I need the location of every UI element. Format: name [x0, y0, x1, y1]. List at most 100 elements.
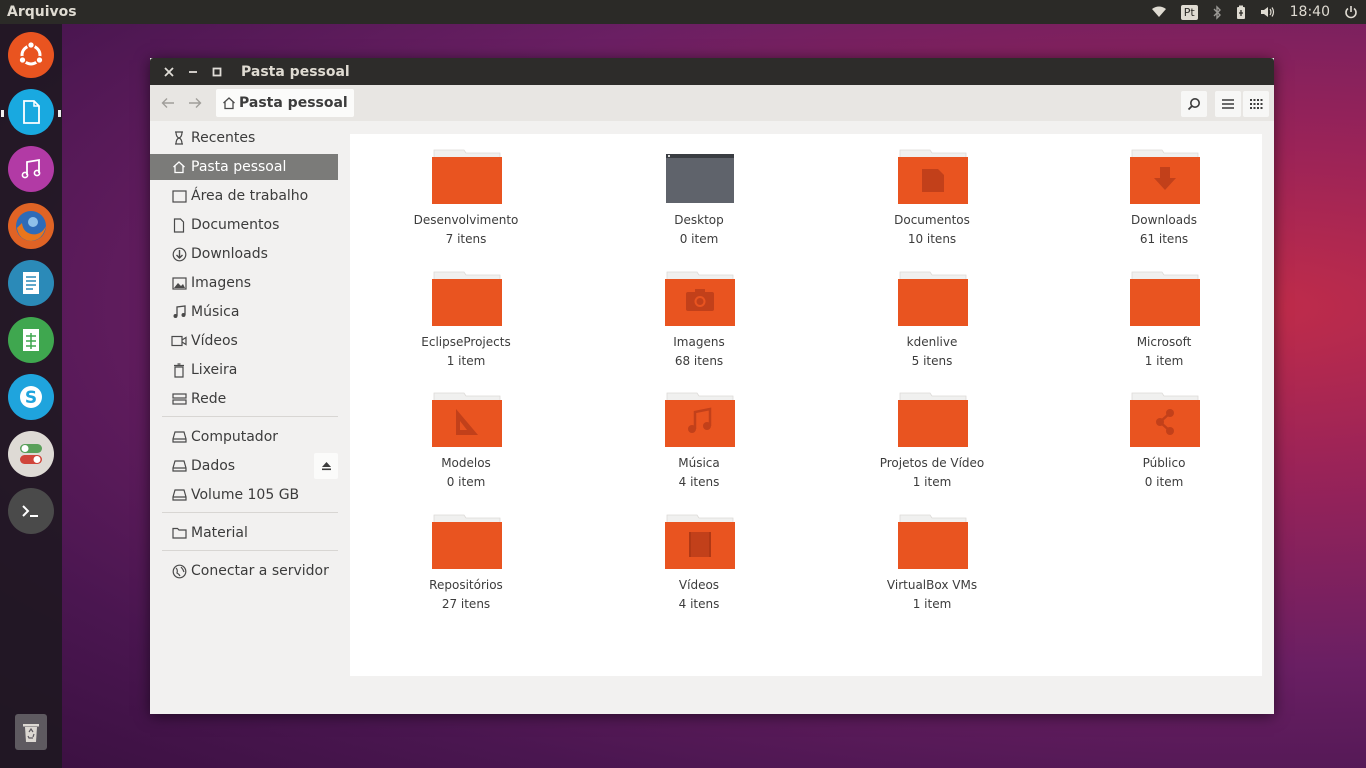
battery-icon[interactable]: [1236, 0, 1246, 24]
sidebar-item-label: Recentes: [191, 130, 256, 146]
folder-item[interactable]: kdenlive 5 itens: [816, 256, 1048, 368]
folder-icon: [898, 271, 968, 326]
file-item-count: 10 itens: [907, 232, 957, 246]
clock[interactable]: 18:40: [1290, 0, 1330, 24]
folder-icon: [169, 527, 189, 539]
sidebar-item-pasta-pessoal[interactable]: Pasta pessoal: [150, 154, 338, 180]
file-item-count: 27 itens: [441, 597, 491, 611]
folder-icon: [432, 514, 502, 569]
keyboard-layout-indicator[interactable]: Pt: [1180, 0, 1198, 24]
list-view-button[interactable]: [1215, 91, 1241, 117]
maximize-icon[interactable]: [205, 58, 229, 85]
sidebar-item-videos[interactable]: Vídeos: [150, 328, 338, 354]
terminal-icon[interactable]: [8, 488, 54, 534]
file-name: kdenlive: [906, 335, 958, 349]
calc-icon[interactable]: [8, 317, 54, 363]
eject-icon: [321, 462, 331, 471]
file-name: Música: [678, 456, 720, 470]
sidebar-item-downloads[interactable]: Downloads: [150, 241, 338, 267]
file-name: EclipseProjects: [421, 335, 511, 349]
sidebar-item-rede[interactable]: Rede: [150, 386, 338, 412]
sidebar-item-volume[interactable]: Volume 105 GB: [150, 482, 338, 508]
sidebar-item-dados[interactable]: Dados: [150, 453, 338, 479]
grid-view-button[interactable]: [1243, 91, 1269, 117]
sidebar-item-label: Rede: [191, 391, 227, 407]
folder-item[interactable]: Imagens 68 itens: [583, 256, 815, 368]
folder-item[interactable]: Vídeos 4 itens: [583, 499, 815, 611]
file-item-count: 7 itens: [445, 232, 487, 246]
sidebar-item-imagens[interactable]: Imagens: [150, 270, 338, 296]
sidebar: Recentes Pasta pessoal Área de trabalho …: [150, 121, 342, 714]
sidebar-item-label: Imagens: [191, 275, 252, 291]
folder-item[interactable]: Microsoft 1 item: [1048, 256, 1280, 368]
close-icon[interactable]: [157, 58, 181, 85]
grid-icon: [1250, 99, 1263, 109]
ubuntu-dash-icon[interactable]: [8, 32, 54, 78]
window-title: Pasta pessoal: [241, 63, 350, 80]
eject-button[interactable]: [314, 453, 338, 479]
bluetooth-icon[interactable]: [1212, 0, 1222, 24]
firefox-icon[interactable]: [8, 203, 54, 249]
videos-folder-icon: [665, 514, 735, 569]
drive-icon: [169, 460, 189, 472]
file-item-count: 61 itens: [1139, 232, 1189, 246]
file-item-count: 5 itens: [911, 354, 953, 368]
file-name: Modelos: [441, 456, 491, 470]
settings-toggle-icon[interactable]: [8, 431, 54, 477]
folder-item[interactable]: Downloads 61 itens: [1048, 134, 1280, 246]
folder-icon: [898, 392, 968, 447]
folder-item[interactable]: Desktop 0 item: [583, 134, 815, 246]
folder-item[interactable]: VirtualBox VMs 1 item: [816, 499, 1048, 611]
file-name: Público: [1142, 456, 1186, 470]
arrow-left-icon: [161, 98, 174, 108]
music-app-icon[interactable]: [8, 146, 54, 192]
sidebar-item-material[interactable]: Material: [150, 520, 338, 546]
file-item-count: 68 itens: [674, 354, 724, 368]
back-button[interactable]: [155, 90, 181, 116]
forward-button[interactable]: [182, 90, 208, 116]
folder-item[interactable]: EclipseProjects 1 item: [350, 256, 582, 368]
sidebar-item-musica[interactable]: Música: [150, 299, 338, 325]
home-icon: [223, 97, 235, 110]
folder-item[interactable]: Projetos de Vídeo 1 item: [816, 377, 1048, 489]
search-button[interactable]: [1181, 91, 1207, 117]
window-titlebar[interactable]: Pasta pessoal: [150, 58, 1274, 85]
sidebar-separator: [162, 512, 338, 513]
folder-icon: [1130, 271, 1200, 326]
sidebar-item-documentos[interactable]: Documentos: [150, 212, 338, 238]
sidebar-item-recentes[interactable]: Recentes: [150, 125, 338, 151]
wifi-icon[interactable]: [1151, 0, 1167, 24]
folder-item[interactable]: Público 0 item: [1048, 377, 1280, 489]
writer-icon[interactable]: [8, 260, 54, 306]
file-name: Vídeos: [678, 578, 720, 592]
volume-icon[interactable]: [1260, 0, 1276, 24]
search-icon: [1187, 98, 1200, 111]
sidebar-item-label: Área de trabalho: [191, 188, 309, 204]
folder-icon: [898, 514, 968, 569]
file-item-count: 0 item: [1144, 475, 1184, 489]
power-icon[interactable]: [1344, 0, 1358, 24]
folder-item[interactable]: Documentos 10 itens: [816, 134, 1048, 246]
app-menu-title[interactable]: Arquivos: [7, 4, 77, 20]
folder-item[interactable]: Música 4 itens: [583, 377, 815, 489]
sidebar-item-label: Material: [191, 525, 248, 541]
icon-view[interactable]: Desenvolvimento 7 itens Desktop 0 item D…: [350, 134, 1262, 676]
files-app-icon[interactable]: [8, 89, 54, 135]
folder-item[interactable]: Modelos 0 item: [350, 377, 582, 489]
sidebar-item-lixeira[interactable]: Lixeira: [150, 357, 338, 383]
music-icon: [169, 305, 189, 319]
music-folder-icon: [665, 392, 735, 447]
folder-item[interactable]: Repositórios 27 itens: [350, 499, 582, 611]
minimize-icon[interactable]: [181, 58, 205, 85]
folder-item[interactable]: Desenvolvimento 7 itens: [350, 134, 582, 246]
path-bar-home[interactable]: Pasta pessoal: [216, 89, 354, 117]
sidebar-item-conectar-servidor[interactable]: Conectar a servidor: [150, 558, 338, 584]
folder-icon: [432, 271, 502, 326]
skype-icon[interactable]: S: [8, 374, 54, 420]
file-item-count: 1 item: [1144, 354, 1184, 368]
trash-icon[interactable]: [15, 714, 47, 750]
sidebar-item-computador[interactable]: Computador: [150, 424, 338, 450]
sidebar-item-area-de-trabalho[interactable]: Área de trabalho: [150, 183, 338, 209]
file-name: Downloads: [1131, 213, 1197, 227]
toolbar: Pasta pessoal: [150, 85, 1274, 121]
